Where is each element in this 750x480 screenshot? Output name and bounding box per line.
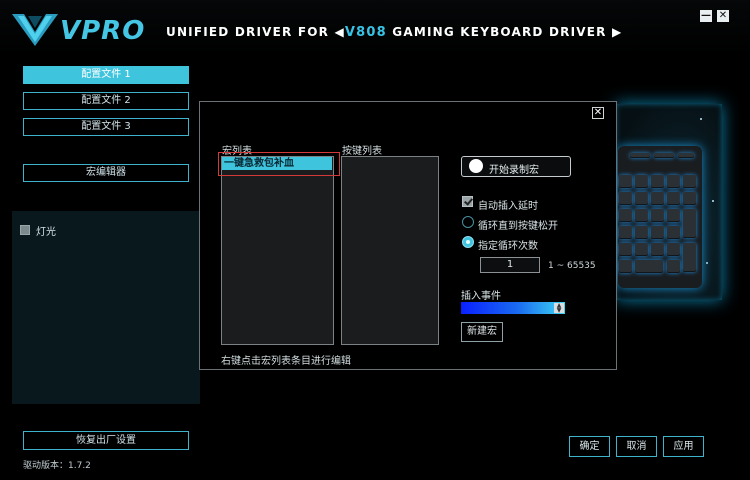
profile-3-button[interactable]: 配置文件 3: [23, 118, 189, 136]
version-text: 驱动版本：1.7.2: [23, 461, 91, 471]
keyboard-key[interactable]: [635, 175, 648, 188]
key-list-label: 按键列表: [342, 146, 382, 157]
keyboard-key[interactable]: [635, 226, 648, 239]
start-record-label: 开始录制宏: [489, 165, 539, 176]
keyboard-key[interactable]: [635, 192, 648, 205]
light-checkbox[interactable]: [20, 225, 30, 235]
window-close-button[interactable]: ✕: [717, 10, 729, 22]
selection-highlight: [218, 152, 340, 176]
profile-2-button[interactable]: 配置文件 2: [23, 92, 189, 110]
keyboard-key[interactable]: [667, 192, 680, 205]
new-macro-button[interactable]: 新建宏: [461, 322, 503, 342]
keyboard-key[interactable]: [651, 209, 664, 222]
loop-count-label: 指定循环次数: [478, 241, 538, 252]
auto-delay-label: 自动插入延时: [478, 201, 538, 212]
loop-count-input[interactable]: 1: [480, 257, 540, 273]
edit-hint-text: 右键点击宏列表条目进行编辑: [221, 356, 351, 367]
keyboard-key[interactable]: [635, 260, 663, 273]
insert-event-label: 插入事件: [461, 291, 501, 302]
auto-delay-checkbox[interactable]: [462, 196, 473, 207]
dialog-close-button[interactable]: ✕: [592, 107, 604, 119]
confirm-button[interactable]: 确定: [569, 436, 610, 457]
window-title: UNIFIED DRIVER FOR ◀V808 GAMING KEYBOARD…: [166, 25, 622, 40]
minimize-button[interactable]: —: [700, 10, 712, 22]
loop-until-release-label: 循环直到按键松开: [478, 221, 558, 232]
light-label: 灯光: [36, 227, 56, 238]
title-suffix: GAMING KEYBOARD DRIVER: [392, 25, 607, 39]
keyboard-key: [678, 153, 694, 158]
keyboard-key[interactable]: [651, 243, 664, 256]
keyboard-key[interactable]: [619, 226, 632, 239]
keyboard-key: [654, 153, 674, 158]
cancel-button[interactable]: 取消: [616, 436, 657, 457]
loop-count-radio[interactable]: [462, 236, 474, 248]
keyboard-key[interactable]: [619, 260, 632, 273]
vpro-logo-icon: [12, 14, 58, 46]
triangle-right-icon: ▶: [611, 25, 623, 39]
keyboard-key[interactable]: [619, 243, 632, 256]
triangle-left-icon: ◀: [334, 25, 345, 39]
spinner-arrows-icon[interactable]: ▲ ▼: [554, 303, 564, 314]
keyboard-key[interactable]: [651, 192, 664, 205]
profile-1-button[interactable]: 配置文件 1: [23, 66, 189, 84]
keyboard-key[interactable]: [683, 243, 696, 272]
insert-event-select[interactable]: [461, 302, 565, 314]
factory-reset-button[interactable]: 恢复出厂设置: [23, 431, 189, 450]
keyboard-key[interactable]: [683, 175, 696, 188]
keyboard-key[interactable]: [667, 260, 680, 273]
logo-wordmark: VPRO: [60, 16, 146, 46]
sparkle-icon: [712, 200, 714, 202]
keyboard-key[interactable]: [651, 175, 664, 188]
keyboard-key[interactable]: [619, 175, 632, 188]
keyboard-key[interactable]: [635, 209, 648, 222]
keyboard-key[interactable]: [667, 209, 680, 222]
keyboard-key[interactable]: [651, 226, 664, 239]
title-prefix: UNIFIED DRIVER FOR: [166, 25, 330, 39]
record-dot-icon: [469, 159, 483, 173]
keyboard-key[interactable]: [619, 192, 632, 205]
app-header: VPRO UNIFIED DRIVER FOR ◀V808 GAMING KEY…: [0, 0, 750, 56]
loop-count-range: 1 ~ 65535: [548, 261, 596, 271]
keyboard-key[interactable]: [667, 226, 680, 239]
title-model: V808: [344, 25, 387, 40]
keyboard-key: [630, 153, 650, 158]
keyboard-key[interactable]: [683, 192, 696, 205]
macro-editor-button[interactable]: 宏编辑器: [23, 164, 189, 182]
macro-list[interactable]: [221, 156, 334, 345]
sparkle-icon: [700, 118, 702, 120]
sparkle-icon: [706, 262, 708, 264]
apply-button[interactable]: 应用: [663, 436, 704, 457]
keyboard-key[interactable]: [619, 209, 632, 222]
keyboard-key[interactable]: [667, 175, 680, 188]
keyboard-key[interactable]: [667, 243, 680, 256]
keyboard-key[interactable]: [635, 243, 648, 256]
loop-until-release-radio[interactable]: [462, 216, 474, 228]
keyboard-key[interactable]: [683, 209, 696, 238]
light-panel: [12, 211, 200, 404]
key-list[interactable]: [341, 156, 439, 345]
